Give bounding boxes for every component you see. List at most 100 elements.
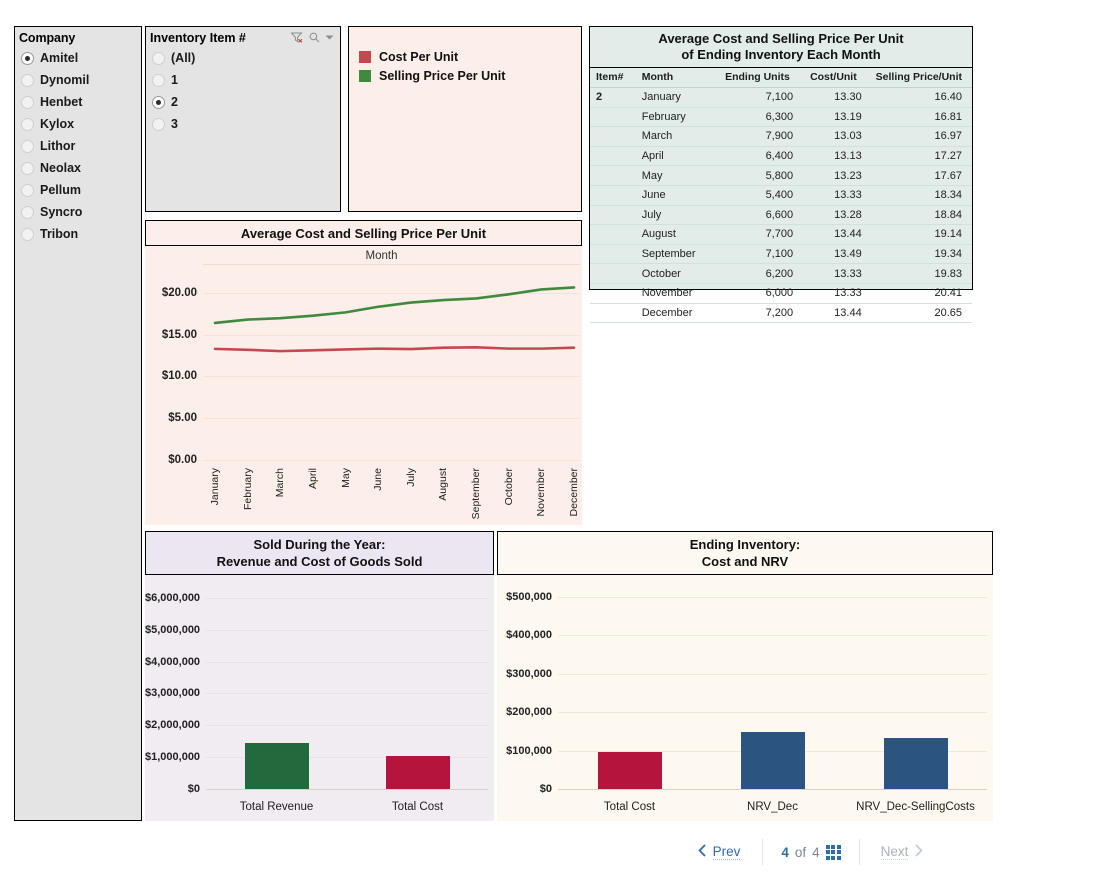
company-option-neolax[interactable]: Neolax <box>15 157 141 179</box>
cell-sell: 19.14 <box>867 224 972 245</box>
cell-sell: 19.34 <box>867 244 972 265</box>
table-row: December 7,200 13.44 20.65 <box>590 303 972 324</box>
inventory-table-card: Average Cost and Selling Price Per Unit … <box>589 26 973 324</box>
bar-chart-gridline <box>558 596 987 598</box>
company-option-kylox[interactable]: Kylox <box>15 113 141 135</box>
cell-month: March <box>635 126 716 147</box>
ending-inventory-title-line1: Ending Inventory: <box>689 537 801 552</box>
item-option-all[interactable]: (All) <box>146 47 340 69</box>
radio-button-icon[interactable] <box>21 117 34 131</box>
inventory-table-title-line1: Average Cost and Selling Price Per Unit <box>658 31 904 46</box>
cell-sell: 16.40 <box>867 87 972 108</box>
radio-button-icon[interactable] <box>21 139 34 153</box>
bar-chart-baseline <box>206 789 488 790</box>
cell-cost: 13.19 <box>799 107 868 128</box>
line-chart-card: Average Cost and Selling Price Per Unit … <box>145 220 582 525</box>
bar-chart-y-tick: $100,000 <box>506 744 552 757</box>
radio-button-icon[interactable] <box>21 161 34 175</box>
radio-button-icon[interactable] <box>21 51 34 65</box>
item-option-1[interactable]: 1 <box>146 69 340 91</box>
bar-chart-x-label: Total Cost <box>603 801 656 813</box>
radio-button-icon[interactable] <box>21 205 34 219</box>
bar-total-cost[interactable] <box>385 755 450 789</box>
page-indicator[interactable]: 4 of 4 <box>763 836 859 868</box>
ending-inventory-bar-chart-card: Ending Inventory: Cost and NRV $0 $100,00… <box>497 531 993 821</box>
cell-month: August <box>635 224 716 245</box>
item-option-3[interactable]: 3 <box>146 113 340 135</box>
next-page-label[interactable]: Next <box>880 844 909 860</box>
revenue-cost-title-line2: Revenue and Cost of Goods Sold <box>216 554 423 569</box>
bar-chart-gridline <box>206 661 488 663</box>
bar-chart-y-tick: $300,000 <box>506 667 552 680</box>
ending-inventory-chart-title: Ending Inventory: Cost and NRV <box>497 531 993 575</box>
line-chart-x-tick: July <box>404 468 417 487</box>
grid-view-icon[interactable] <box>825 844 841 860</box>
company-slicer[interactable]: Company Amitel Dynomil Henbet Kylox Lithor Ne… <box>14 26 142 821</box>
chevron-right-icon <box>914 844 924 860</box>
bar-total-cost[interactable] <box>597 751 662 789</box>
line-chart-axis-title: Month <box>365 250 398 262</box>
company-option-amitel[interactable]: Amitel <box>15 47 141 69</box>
bar-chart-gridline <box>206 629 488 631</box>
company-option-pellum[interactable]: Pellum <box>15 179 141 201</box>
company-option-dynomil[interactable]: Dynomil <box>15 69 141 91</box>
cell-month: January <box>635 87 716 108</box>
ending-inventory-title-line2: Cost and NRV <box>701 554 789 569</box>
table-row: October 6,200 13.33 19.83 <box>590 263 972 284</box>
company-option-lithor[interactable]: Lithor <box>15 135 141 157</box>
cell-sell: 17.67 <box>867 165 972 186</box>
radio-button-icon[interactable] <box>152 117 165 131</box>
prev-page-button[interactable]: Prev <box>676 836 762 868</box>
column-header-cost-unit: Cost/Unit <box>799 68 868 88</box>
table-row: May 5,800 13.23 17.67 <box>590 165 972 186</box>
clear-filter-icon[interactable] <box>291 32 304 43</box>
table-row: August 7,700 13.44 19.14 <box>590 224 972 245</box>
cell-sell: 18.84 <box>867 205 972 226</box>
radio-button-icon[interactable] <box>21 73 34 87</box>
radio-button-icon[interactable] <box>152 51 165 65</box>
cell-cost: 13.33 <box>799 283 868 304</box>
bar-chart-gridline <box>206 725 488 727</box>
current-page-number: 4 <box>781 844 789 860</box>
item-option-2[interactable]: 2 <box>146 91 340 113</box>
radio-button-icon[interactable] <box>21 183 34 197</box>
bar-chart-x-label: Total Cost <box>391 801 444 813</box>
bar-chart-y-tick: $3,000,000 <box>145 687 201 700</box>
line-chart-y-tick: $10.00 <box>161 370 197 383</box>
company-option-label: Pellum <box>40 183 81 197</box>
cell-cost: 13.44 <box>799 303 868 324</box>
cell-units: 5,400 <box>715 185 800 206</box>
cell-units: 7,900 <box>715 126 800 147</box>
search-icon[interactable] <box>309 32 320 43</box>
cell-month: October <box>635 263 716 284</box>
cell-item <box>590 185 636 206</box>
company-option-tribon[interactable]: Tribon <box>15 223 141 245</box>
cell-item <box>590 224 636 245</box>
company-option-henbet[interactable]: Henbet <box>15 91 141 113</box>
bar-nrv-dec-sellingcosts[interactable] <box>883 737 948 789</box>
column-header-month: Month <box>635 68 716 88</box>
table-row: September 7,100 13.49 19.34 <box>590 244 972 265</box>
radio-button-icon[interactable] <box>152 95 165 109</box>
bar-chart-y-tick: $6,000,000 <box>145 591 201 604</box>
radio-button-icon[interactable] <box>21 227 34 241</box>
cell-item <box>590 303 636 324</box>
cell-cost: 13.28 <box>799 205 868 226</box>
revenue-cost-plot-area: $0 $1,000,000 $2,000,000 $3,000,000 $4,000,0… <box>145 575 494 823</box>
next-page-button[interactable]: Next <box>860 836 944 868</box>
chevron-down-icon[interactable] <box>325 34 334 41</box>
bar-chart-canvas <box>558 575 987 790</box>
bar-total-revenue[interactable] <box>244 743 309 789</box>
cell-units: 6,000 <box>715 283 800 304</box>
bar-chart-y-tick: $0 <box>539 783 552 795</box>
cell-units: 7,700 <box>715 224 800 245</box>
prev-page-label[interactable]: Prev <box>712 844 741 860</box>
cell-item <box>590 244 636 265</box>
radio-button-icon[interactable] <box>21 95 34 109</box>
bar-nrv-dec[interactable] <box>740 731 805 789</box>
radio-button-icon[interactable] <box>152 73 165 87</box>
company-option-syncro[interactable]: Syncro <box>15 201 141 223</box>
bar-chart-gridline <box>558 635 987 637</box>
inventory-item-slicer[interactable]: Inventory Item # (All) 1 2 3 <box>145 26 341 212</box>
line-chart-x-tick: February <box>241 468 254 511</box>
